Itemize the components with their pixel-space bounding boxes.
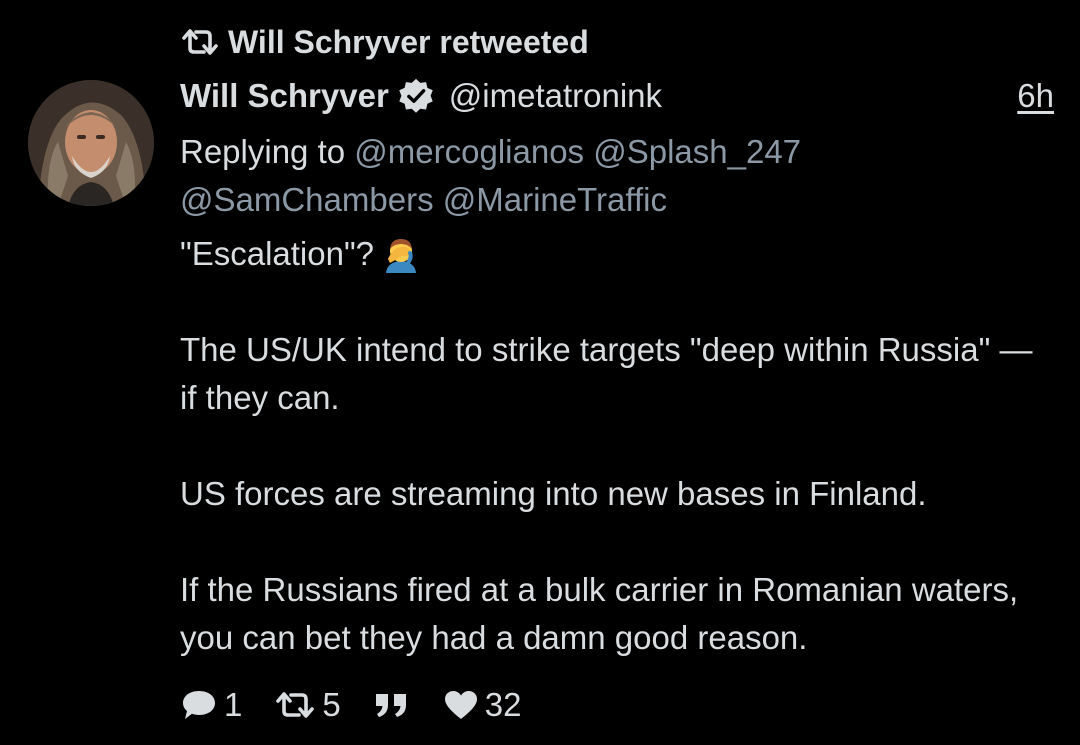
facepalm-emoji [386,239,417,273]
tweet-paragraph: "Escalation"? [180,230,1050,278]
tweet-header: Will Schryver @imetatronink 6h [180,72,1054,120]
mention-link[interactable]: @MarineTraffic [443,181,667,218]
retweet-banner-text: Will Schryver retweeted [228,23,589,60]
mention-link[interactable]: @mercoglianos [354,133,584,170]
retweet-icon [276,692,315,718]
like-count: 32 [484,686,522,723]
retweet-banner[interactable]: Will Schryver retweeted [180,20,589,64]
reply-count: 1 [224,686,243,723]
reply-icon [183,691,215,719]
quote-button[interactable] [373,690,411,720]
tweet[interactable]: Will Schryver retweeted Will Schryver @i… [0,0,1080,745]
mention-link[interactable]: @SamChambers [180,181,434,218]
profile-avatar[interactable] [28,80,154,206]
replying-to-label: Replying to [180,133,346,170]
author-handle[interactable]: @imetatronink [449,77,662,115]
reply-button[interactable]: 1 [180,686,242,724]
replying-to: Replying to @mercoglianos @Splash_247 @S… [180,128,1040,224]
quote-icon [375,694,406,717]
tweet-timestamp-link[interactable]: 6h [1017,77,1054,115]
verified-badge-icon [399,78,433,113]
tweet-body: "Escalation"? The US/UK intend to strike… [180,230,1050,662]
mention-link[interactable]: @Splash_247 [593,133,801,170]
retweet-icon [182,29,218,55]
tweet-paragraph-text: "Escalation"? [180,235,375,272]
author-display-name[interactable]: Will Schryver [180,77,389,115]
like-button[interactable]: 32 [443,686,522,724]
retweet-button[interactable]: 5 [274,686,341,724]
tweet-actions: 1 5 32 [180,683,553,727]
retweet-count: 5 [322,686,341,723]
tweet-paragraph: The US/UK intend to strike targets "deep… [180,331,1033,416]
tweet-paragraph: US forces are streaming into new bases i… [180,475,927,512]
heart-icon [444,691,477,719]
tweet-paragraph: If the Russians fired at a bulk carrier … [180,571,1019,656]
avatar-image [28,80,154,206]
